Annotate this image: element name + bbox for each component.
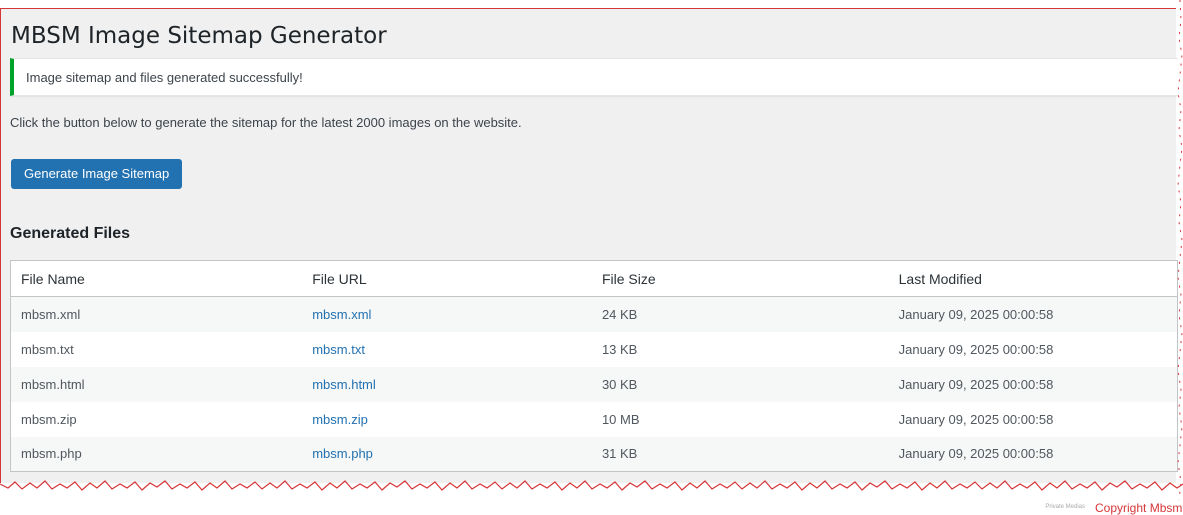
admin-content-area: MBSM Image Sitemap Generator Image sitem… xyxy=(0,8,1178,483)
file-url-cell: mbsm.php xyxy=(302,436,592,472)
file-url-link[interactable]: mbsm.zip xyxy=(312,412,368,427)
file-name-cell: mbsm.php xyxy=(10,436,303,472)
file-url-link[interactable]: mbsm.php xyxy=(312,446,373,461)
table-row: mbsm.txt mbsm.txt 13 KB January 09, 2025… xyxy=(11,332,1178,367)
torn-right-edge xyxy=(1177,0,1183,500)
last-modified-cell: January 09, 2025 00:00:58 xyxy=(888,366,1178,402)
file-name-cell: mbsm.xml xyxy=(10,296,303,332)
success-notice-text: Image sitemap and files generated succes… xyxy=(26,70,303,85)
column-header-file-size: File Size xyxy=(591,260,889,297)
footer-small-text: Private Medias xyxy=(1045,504,1085,510)
table-row: mbsm.zip mbsm.zip 10 MB January 09, 2025… xyxy=(11,402,1178,437)
column-header-last-modified: Last Modified xyxy=(888,260,1178,297)
file-url-cell: mbsm.xml xyxy=(302,296,592,332)
generated-files-heading: Generated Files xyxy=(10,225,131,242)
last-modified-cell: January 09, 2025 00:00:58 xyxy=(888,436,1178,472)
table-header-row: File Name File URL File Size Last Modifi… xyxy=(10,260,1178,297)
file-url-cell: mbsm.html xyxy=(302,366,592,402)
table-row: mbsm.xml mbsm.xml 24 KB January 09, 2025… xyxy=(10,296,1178,332)
file-url-cell: mbsm.txt xyxy=(302,332,592,367)
column-header-file-name: File Name xyxy=(10,260,303,297)
file-size-cell: 24 KB xyxy=(591,296,889,332)
file-size-cell: 31 KB xyxy=(591,436,889,472)
file-size-cell: 13 KB xyxy=(601,341,638,357)
intro-text: Click the button below to generate the s… xyxy=(10,115,522,130)
file-name-cell: mbsm.txt xyxy=(21,341,74,357)
footer-copyright: Copyright Mbsm t xyxy=(1095,501,1183,515)
file-url-link[interactable]: mbsm.html xyxy=(312,377,376,392)
file-url-cell: mbsm.zip xyxy=(302,402,592,437)
table-row: mbsm.php mbsm.php 31 KB January 09, 2025… xyxy=(10,436,1178,472)
success-notice: Image sitemap and files generated succes… xyxy=(10,58,1178,96)
torn-edge-divider xyxy=(0,480,1183,491)
generate-sitemap-button[interactable]: Generate Image Sitemap xyxy=(11,159,183,189)
file-url-link[interactable]: mbsm.txt xyxy=(312,342,365,357)
table-row: mbsm.html mbsm.html 30 KB January 09, 20… xyxy=(10,366,1178,402)
file-name-cell: mbsm.html xyxy=(10,366,303,402)
last-modified-cell: January 09, 2025 00:00:58 xyxy=(898,411,1054,427)
generated-files-table: File Name File URL File Size Last Modifi… xyxy=(10,260,1178,472)
page-title: MBSM Image Sitemap Generator xyxy=(11,23,387,49)
column-header-file-url: File URL xyxy=(302,260,592,297)
file-size-cell: 10 MB xyxy=(601,411,640,427)
file-size-cell: 30 KB xyxy=(591,366,889,402)
last-modified-cell: January 09, 2025 00:00:58 xyxy=(888,296,1178,332)
file-url-link[interactable]: mbsm.xml xyxy=(312,307,371,322)
file-name-cell: mbsm.zip xyxy=(21,411,77,427)
last-modified-cell: January 09, 2025 00:00:58 xyxy=(898,341,1054,357)
